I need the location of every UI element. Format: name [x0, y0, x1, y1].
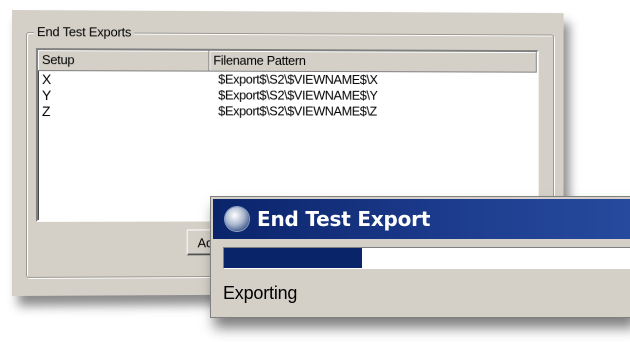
row-setup: Z: [38, 103, 212, 119]
status-text: Exporting: [223, 283, 297, 304]
column-header-filename-pattern[interactable]: Filename Pattern: [209, 51, 536, 72]
dialog-titlebar[interactable]: End Test Export: [213, 199, 630, 239]
progress-bar-fill: [224, 248, 362, 268]
dialog-title: End Test Export: [257, 207, 430, 231]
column-header-setup[interactable]: Setup: [38, 50, 209, 71]
row-pattern: $Export$\S2\$VIEWNAME$\Y: [212, 88, 536, 105]
list-row[interactable]: Y $Export$\S2\$VIEWNAME$\Y: [38, 87, 537, 104]
progress-bar: [223, 247, 630, 269]
row-pattern: $Export$\S2\$VIEWNAME$\Z: [212, 103, 536, 119]
row-pattern: $Export$\S2\$VIEWNAME$\X: [212, 72, 536, 89]
list-row[interactable]: X $Export$\S2\$VIEWNAME$\X: [38, 71, 537, 88]
export-progress-dialog: End Test Export Exporting: [210, 196, 630, 318]
group-title: End Test Exports: [34, 24, 134, 39]
row-setup: X: [38, 71, 212, 87]
row-setup: Y: [38, 87, 212, 103]
list-row[interactable]: Z $Export$\S2\$VIEWNAME$\Z: [38, 103, 537, 120]
globe-app-icon: [225, 207, 249, 231]
list-header: Setup Filename Pattern: [38, 50, 537, 73]
